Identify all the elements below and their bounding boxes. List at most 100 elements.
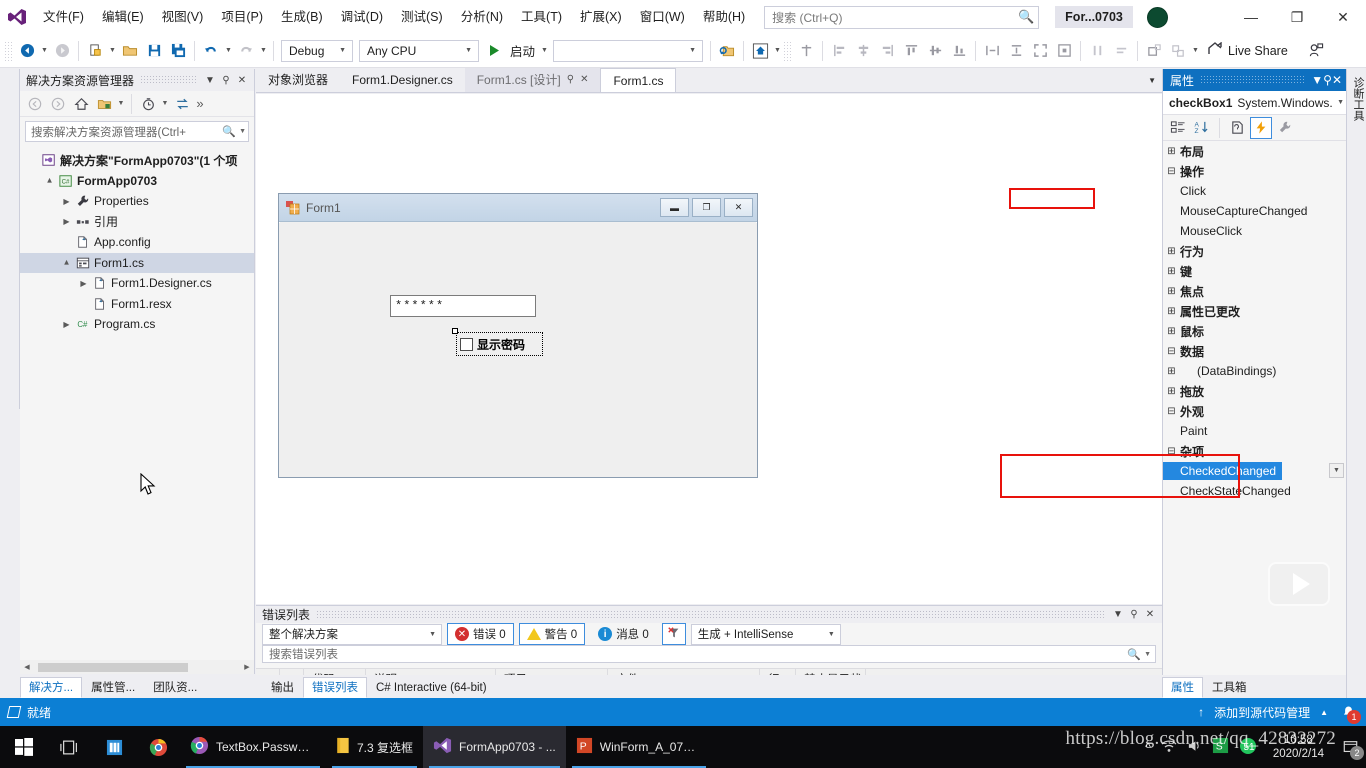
navigate-forward-icon[interactable] [50, 39, 74, 63]
menu-tools[interactable]: 工具(T) [512, 0, 571, 34]
toolbar-overflow-icon[interactable]: ▼ [1190, 39, 1201, 63]
properties-object-select[interactable]: checkBox1 System.Windows.Forms.CheckBox … [1163, 91, 1346, 115]
vertical-tab-diagnostic-tools[interactable]: 诊断工具 [1347, 69, 1366, 129]
tree-item[interactable]: ▶ Properties [20, 191, 254, 212]
taskbar-item-winform-ppt[interactable]: P WinForm_A_07_03... [566, 726, 712, 768]
tree-item[interactable]: ▶ 引用 [20, 212, 254, 233]
taskbar-item-formapp0703[interactable]: FormApp0703 - ... [423, 726, 566, 768]
tree-item[interactable]: ▼ Form1.cs [20, 252, 254, 273]
password-textbox[interactable]: ****** [390, 295, 536, 317]
resize-handle[interactable] [452, 328, 458, 334]
toolbar-grip[interactable] [4, 40, 13, 61]
menu-edit[interactable]: 编辑(E) [93, 0, 153, 34]
collapse-minus-icon[interactable]: ⊟ [1163, 346, 1180, 357]
bring-to-front-icon[interactable] [1142, 39, 1166, 63]
action-center-button[interactable]: 2 [1340, 737, 1364, 760]
debug-target-select[interactable]: ▼ [553, 39, 704, 62]
save-all-icon[interactable] [166, 39, 190, 63]
tree-collapse-icon[interactable]: ▼ [60, 258, 73, 267]
menu-view[interactable]: 视图(V) [153, 0, 213, 34]
start-dropdown-icon[interactable]: ▼ [539, 39, 550, 63]
taskbar-clock[interactable]: 10:58 2020/2/14 [1267, 733, 1330, 761]
winform-close-button[interactable]: ✕ [724, 198, 753, 217]
winform-preview[interactable]: Form1 ▬ ❐ ✕ ****** 显示密码 [278, 193, 758, 478]
expand-plus-icon[interactable]: ⊞ [1163, 146, 1180, 157]
maximize-button[interactable]: ❐ [1274, 0, 1320, 34]
taskbar-chrome-icon[interactable] [136, 726, 180, 768]
expand-plus-icon[interactable]: ⊞ [1163, 306, 1180, 317]
vertical-spacing-icon[interactable] [1004, 39, 1028, 63]
new-project-dropdown-icon[interactable]: ▼ [107, 39, 118, 63]
tree-item[interactable]: ▼ C# FormApp0703 [20, 171, 254, 192]
properties-bottom-tab-1[interactable]: 工具箱 [1203, 677, 1256, 698]
redo-icon[interactable] [234, 39, 258, 63]
solution-bottom-tab-1[interactable]: 属性管... [82, 677, 144, 698]
panel-menu-chevron-icon[interactable]: ▼ [1311, 73, 1323, 87]
make-same-width-icon[interactable] [980, 39, 1004, 63]
property-category-row[interactable]: ⊟ 外观 [1163, 401, 1346, 421]
error-search-input[interactable]: 搜索错误列表 🔍 ▼ [262, 645, 1156, 663]
tree-expand-icon[interactable]: ▶ [60, 217, 73, 226]
menu-window[interactable]: 窗口(W) [631, 0, 694, 34]
document-tab-2[interactable]: Form1.cs [设计] ⚲ ✕ [464, 68, 601, 92]
show-password-checkbox[interactable]: 显示密码 [457, 333, 542, 355]
document-tab-1[interactable]: Form1.Designer.cs [340, 68, 465, 92]
expand-plus-icon[interactable]: ⊞ [1163, 246, 1180, 257]
panel-drag-dots[interactable] [1200, 75, 1306, 85]
taskbar-item-textbox-password[interactable]: TextBox.Passwor... [180, 726, 326, 768]
tray-green-circle-icon[interactable]: 51 [1239, 737, 1257, 758]
start-button[interactable] [0, 726, 48, 768]
align-to-grid-icon[interactable] [794, 39, 818, 63]
live-share-invite-icon[interactable] [1304, 39, 1328, 63]
save-icon[interactable] [142, 39, 166, 63]
clear-filter-button[interactable] [661, 623, 686, 645]
align-tops-icon[interactable] [899, 39, 923, 63]
form-designer-surface[interactable]: Form1 ▬ ❐ ✕ ****** 显示密码 [256, 94, 1162, 604]
undo-icon[interactable] [199, 39, 223, 63]
taskbar-store-icon[interactable] [92, 726, 136, 768]
output-bottom-tab-0[interactable]: 输出 [262, 677, 303, 698]
tree-item[interactable]: ▶ Form1.Designer.cs [20, 273, 254, 294]
errors-filter-button[interactable]: ✕ 错误 0 [447, 623, 514, 645]
decrease-spacing-icon[interactable] [1109, 39, 1133, 63]
menu-extensions[interactable]: 扩展(X) [571, 0, 631, 34]
pending-changes-filter-icon[interactable] [137, 93, 159, 115]
document-tab-overflow-icon[interactable]: ▼ [1148, 76, 1156, 85]
scroll-right-icon[interactable]: ▶ [240, 663, 254, 671]
tree-item[interactable]: Form1.resx [20, 294, 254, 315]
collapse-minus-icon[interactable]: ⊟ [1163, 406, 1180, 417]
checkbox-selection-frame[interactable]: 显示密码 [452, 328, 543, 356]
properties-bottom-tab-0[interactable]: 属性 [1162, 677, 1203, 698]
taskbar-item-checkbox-note[interactable]: 7.3 复选框 [326, 726, 423, 768]
search-folder-icon[interactable] [715, 39, 739, 63]
undo-dropdown-icon[interactable]: ▼ [223, 39, 234, 63]
back-icon[interactable] [24, 93, 46, 115]
tab-pin-icon[interactable]: ⚲ [567, 68, 574, 92]
solution-bottom-tab-2[interactable]: 团队资... [144, 677, 206, 698]
output-bottom-tab-1[interactable]: 错误列表 [303, 677, 367, 698]
panel-menu-chevron-icon[interactable]: ▼ [202, 75, 218, 86]
menu-build[interactable]: 生成(B) [272, 0, 332, 34]
tree-expand-icon[interactable]: ▶ [77, 279, 90, 288]
center-horizontally-icon[interactable] [1052, 39, 1076, 63]
close-icon[interactable]: ✕ [234, 75, 250, 86]
video-play-overlay-button[interactable] [1268, 562, 1330, 606]
align-centers-icon[interactable] [851, 39, 875, 63]
property-category-row[interactable]: ⊞ 属性已更改 [1163, 301, 1346, 321]
navigate-back-dropdown-icon[interactable]: ▼ [39, 39, 50, 63]
menu-test[interactable]: 测试(S) [392, 0, 452, 34]
notifications-button[interactable]: 1 [1338, 702, 1361, 724]
panel-menu-chevron-icon[interactable]: ▼ [1110, 609, 1126, 620]
search-dropdown-icon[interactable]: ▼ [1141, 651, 1151, 658]
increase-spacing-icon[interactable] [1085, 39, 1109, 63]
tree-collapse-icon[interactable]: ▼ [43, 176, 56, 185]
minimize-button[interactable]: — [1228, 0, 1274, 34]
property-event-row[interactable]: MouseClick [1163, 221, 1346, 241]
property-category-row[interactable]: ⊞ 键 [1163, 261, 1346, 281]
panel-drag-dots[interactable] [316, 609, 1104, 620]
align-lefts-icon[interactable] [827, 39, 851, 63]
property-category-row[interactable]: ⊞ 鼠标 [1163, 321, 1346, 341]
property-event-row[interactable]: MouseCaptureChanged [1163, 201, 1346, 221]
start-debug-icon[interactable] [482, 39, 506, 63]
tree-item[interactable]: ▶ C# Program.cs [20, 314, 254, 335]
